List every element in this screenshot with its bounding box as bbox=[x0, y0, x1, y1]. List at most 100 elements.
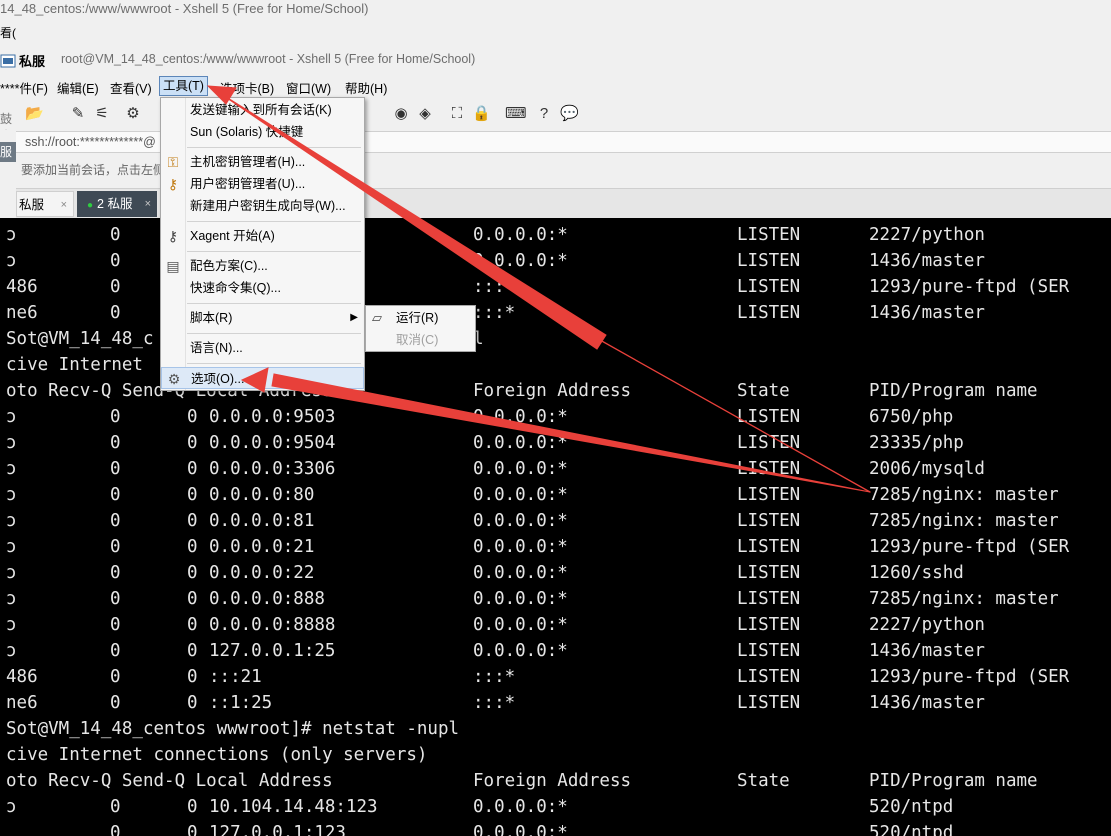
keyboard-icon[interactable]: ⌨ bbox=[505, 105, 527, 123]
recv-q-cell: 0 bbox=[110, 823, 121, 836]
menu-item-quick-commands[interactable]: 快速命令集(Q)... bbox=[161, 277, 364, 299]
terminal-line: cive Internet connections (only servers) bbox=[0, 745, 1111, 771]
menu-item-user-keys[interactable]: ⚷ 用户密钥管理者(U)... bbox=[161, 173, 364, 195]
recv-q-cell: 0 bbox=[110, 459, 121, 479]
send-q-cell: 0 bbox=[187, 641, 198, 661]
proto-cell: ɔ bbox=[6, 537, 17, 557]
state-cell: LISTEN bbox=[737, 693, 801, 713]
xagent-icon[interactable]: ◈ bbox=[416, 105, 434, 123]
menu-separator bbox=[187, 303, 361, 304]
tab-label: 2 私服 bbox=[97, 197, 133, 211]
terminal-line: ɔ 0 0 0.0.0.0:3306 0.0.0.0:* LISTEN 2006/mysql… bbox=[0, 459, 1111, 485]
proto-cell: 486 bbox=[6, 667, 38, 687]
terminal-line: ɔ 0 0 0.0.0.0:888 0.0.0.0:* LISTEN 7285/nginx:… bbox=[0, 589, 1111, 615]
menu-view[interactable]: 查看(V) bbox=[110, 78, 152, 97]
outer-tab-fragment[interactable]: 服 bbox=[0, 142, 16, 162]
close-icon[interactable]: × bbox=[145, 191, 151, 217]
menu-help[interactable]: 帮助(H) bbox=[345, 78, 387, 97]
foreign-address-cell: 0.0.0.0:* bbox=[473, 407, 568, 427]
color-scheme-icon: ▤ bbox=[166, 258, 180, 274]
send-q-cell: 0 bbox=[187, 433, 198, 453]
xshell-app-icon bbox=[0, 54, 16, 68]
foreign-address-cell: 0.0.0.0:* bbox=[473, 537, 568, 557]
proto-cell: cive Internet bbox=[6, 355, 143, 375]
proto-cell: ne6 bbox=[6, 303, 38, 323]
menu-edit[interactable]: 编辑(E) bbox=[57, 78, 99, 97]
foreign-address-cell: 0.0.0.0:* bbox=[473, 485, 568, 505]
fullscreen-icon[interactable]: ⛶ bbox=[448, 105, 466, 123]
proto-cell: ɔ bbox=[6, 459, 17, 479]
terminal-line: ɔ 0 0 0.0.0.0:22 0.0.0.0:* LISTEN 1260/sshd bbox=[0, 563, 1111, 589]
local-address-cell: 0.0.0.0:21 bbox=[209, 537, 315, 557]
local-address-cell: 10.104.14.48:123 bbox=[209, 797, 378, 817]
pid-program-cell: PID/Program name bbox=[869, 771, 1038, 791]
recv-q-cell: 0 bbox=[110, 641, 121, 661]
send-q-cell: 0 bbox=[187, 667, 198, 687]
terminal-line: ɔ 0 0 0.0.0.0:81 0.0.0.0:* LISTEN 7285/nginx: … bbox=[0, 511, 1111, 537]
proto-cell: Sot@VM_14_48_c bbox=[6, 329, 154, 349]
menu-item-language[interactable]: 语言(N)... bbox=[161, 337, 364, 359]
proto-cell: ɔ bbox=[6, 485, 17, 505]
proto-cell: ɔ bbox=[6, 251, 17, 271]
menu-item-xagent[interactable]: ⚷ Xagent 开始(A) bbox=[161, 225, 364, 247]
state-cell: LISTEN bbox=[737, 537, 801, 557]
help-icon[interactable]: ? bbox=[535, 105, 553, 123]
submenu-item-label: 取消(C) bbox=[396, 333, 439, 347]
terminal-line: ɔ 0 0 0.0.0.0:21 0.0.0.0:* LISTEN 1293/pure-ft… bbox=[0, 537, 1111, 563]
terminal-line: Sot@VM_14_48_centos wwwroot]# netstat -n… bbox=[0, 719, 1111, 745]
foreign-address-cell: 0.0.0.0:* bbox=[473, 641, 568, 661]
menu-item-color-scheme[interactable]: ▤ 配色方案(C)... bbox=[161, 255, 364, 277]
outer-hint-fragment: 鼓击 bbox=[0, 112, 13, 130]
menu-tabs[interactable]: 选项卡(B) bbox=[220, 78, 274, 97]
recv-q-cell: 0 bbox=[110, 693, 121, 713]
terminal-line: 486 0 0:::21:::* LISTEN 1293/pure-ftpd (SER bbox=[0, 667, 1111, 693]
state-cell: LISTEN bbox=[737, 303, 801, 323]
menu-item-host-keys[interactable]: ⚿ 主机密钥管理者(H)... bbox=[161, 151, 364, 173]
foreign-address-cell: 0.0.0.0:* bbox=[473, 459, 568, 479]
pid-program-cell: 1293/pure-ftpd (SER bbox=[869, 537, 1070, 557]
new-session-icon[interactable]: ⚙ bbox=[124, 105, 142, 123]
menu-item-options[interactable]: ⚙ 选项(O)... bbox=[161, 367, 364, 389]
xftp-icon[interactable]: ◉ bbox=[392, 105, 410, 123]
submenu-item-run[interactable]: ▱ 运行(R) bbox=[366, 307, 475, 329]
foreign-address-cell: :::* bbox=[473, 303, 516, 323]
open-folder-icon[interactable]: 📂 bbox=[25, 105, 44, 123]
pid-program-cell: 1260/sshd bbox=[869, 563, 964, 583]
menu-tools[interactable]: 工具(T) bbox=[159, 76, 208, 96]
properties-icon[interactable]: ✎ bbox=[69, 105, 87, 123]
menu-item-key-wizard[interactable]: 新建用户密钥生成向导(W)... bbox=[161, 195, 364, 217]
tab-session-1[interactable]: 私服 × bbox=[16, 191, 74, 217]
menu-item-label: 配色方案(C)... bbox=[190, 259, 268, 273]
state-cell: LISTEN bbox=[737, 667, 801, 687]
recv-q-cell: 0 bbox=[110, 485, 121, 505]
foreign-address-cell: 0.0.0.0:* bbox=[473, 251, 568, 271]
tab-session-2[interactable]: ● 2 私服 × bbox=[77, 191, 157, 217]
recv-q-cell: 0 bbox=[110, 303, 121, 323]
proto-cell: ɔ bbox=[6, 563, 17, 583]
local-address-cell: :::21 bbox=[209, 667, 262, 687]
pid-program-cell: 1436/master bbox=[869, 693, 985, 713]
menu-item-label: 选项(O)... bbox=[191, 372, 245, 386]
proto-cell: 486 bbox=[6, 277, 38, 297]
pid-program-cell: 1436/master bbox=[869, 641, 985, 661]
menu-item-sun-keys[interactable]: Sun (Solaris) 快捷键 bbox=[161, 121, 364, 143]
foreign-address-cell: 0.0.0.0:* bbox=[473, 225, 568, 245]
pid-program-cell: 520/ntpd bbox=[869, 797, 954, 817]
send-q-cell: 0 bbox=[187, 823, 198, 836]
reconnect-icon[interactable]: ⚟ bbox=[93, 105, 111, 123]
recv-q-cell: 0 bbox=[110, 433, 121, 453]
menu-item-send-keys[interactable]: 发送键输入到所有会话(K) bbox=[161, 99, 364, 121]
pid-program-cell: 1293/pure-ftpd (SER bbox=[869, 667, 1070, 687]
window-titlebar: 私服 root@VM_14_48_centos:/www/wwwroot - X… bbox=[0, 49, 1111, 73]
close-icon[interactable]: × bbox=[61, 192, 67, 218]
send-q-cell: 0 bbox=[187, 797, 198, 817]
gear-icon: ⚙ bbox=[167, 371, 181, 387]
chat-icon[interactable]: 💬 bbox=[560, 105, 579, 123]
lock-icon[interactable]: 🔒 bbox=[472, 105, 491, 123]
menu-window[interactable]: 窗口(W) bbox=[286, 78, 331, 97]
menu-file[interactable]: ****件(F) bbox=[0, 78, 48, 97]
menu-item-script[interactable]: 脚本(R) ▶ bbox=[161, 307, 364, 329]
terminal-line: ɔ 0 0 0.0.0.0:9503 0.0.0.0:* LISTEN 6750/php bbox=[0, 407, 1111, 433]
local-address-cell: 0.0.0.0:3306 bbox=[209, 459, 336, 479]
recv-q-cell: 0 bbox=[110, 251, 121, 271]
